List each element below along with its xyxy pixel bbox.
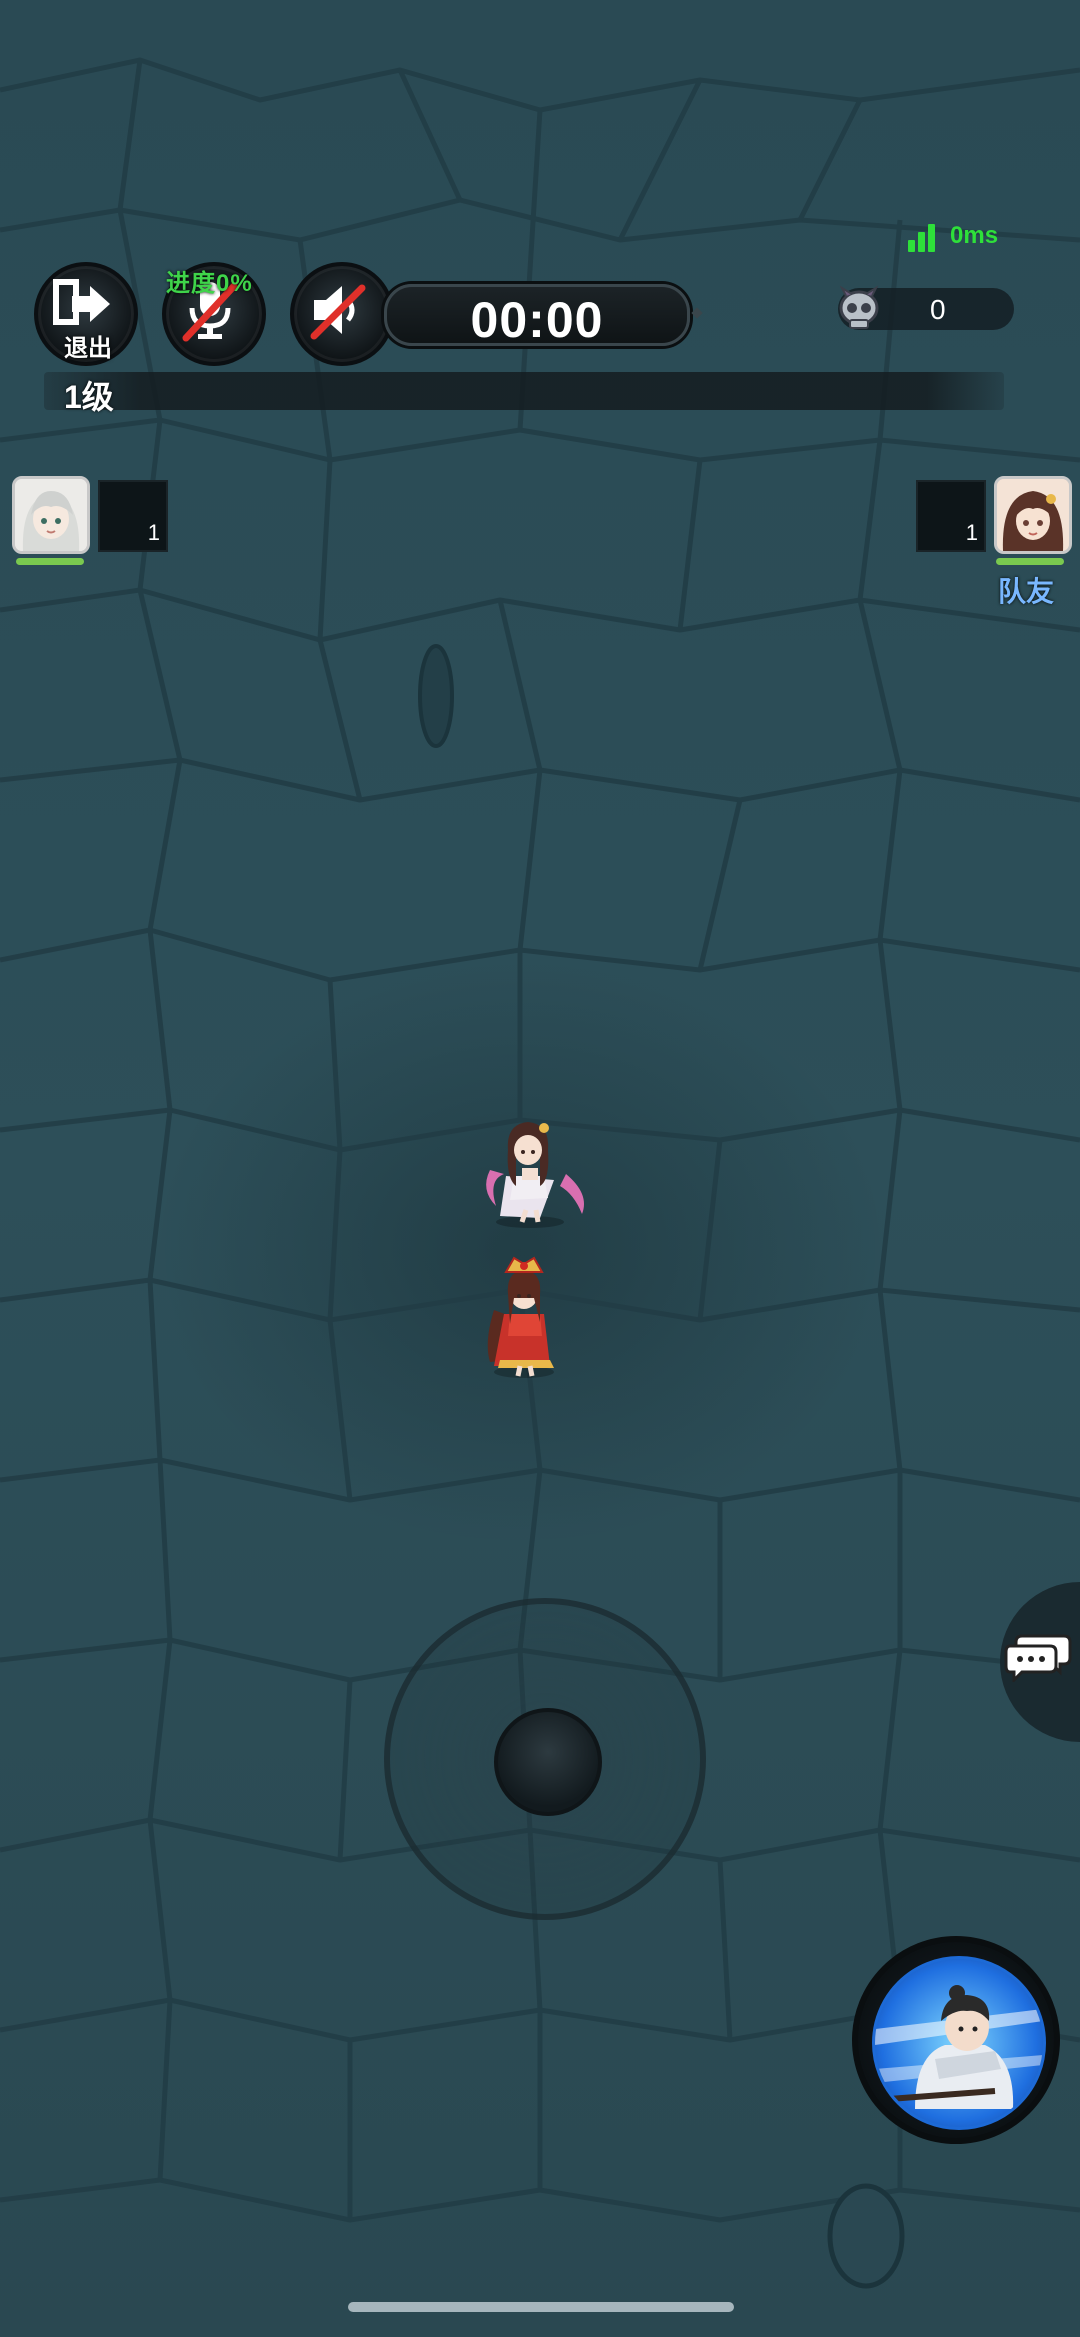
exit-button[interactable]: 退出 — [34, 262, 138, 366]
skill-icon — [872, 1956, 1046, 2130]
exit-label: 退出 — [64, 335, 112, 362]
speaker-muted-icon — [310, 284, 366, 340]
level-text: 1级 — [64, 379, 114, 415]
teammate-character[interactable] — [470, 1110, 600, 1230]
progress-label: 进度0% — [166, 270, 253, 297]
player-avatar-right[interactable] — [994, 476, 1072, 554]
level-bar — [44, 372, 1004, 410]
sound-toggle-button[interactable] — [290, 262, 394, 366]
player-character[interactable] — [470, 1250, 580, 1380]
joystick-knob[interactable] — [494, 1708, 602, 1816]
player-avatar-left[interactable] — [12, 476, 90, 554]
kill-count: 0 — [930, 294, 946, 325]
player-hp-bar-left — [16, 558, 84, 565]
player-slot-right: 1 — [916, 480, 986, 552]
kill-counter: 0 — [838, 285, 1014, 330]
timer-text: 00:00 — [470, 292, 604, 348]
player-hp-bar-right — [996, 558, 1064, 565]
ping-text: 0ms — [950, 222, 999, 249]
slot-value: 1 — [147, 520, 160, 545]
teammate-label: 队友 — [998, 576, 1055, 607]
match-timer: 00:00 — [384, 284, 703, 348]
movement-joystick[interactable] — [384, 1598, 706, 1920]
home-indicator[interactable] — [348, 2302, 734, 2312]
skill-button[interactable] — [852, 1936, 1060, 2144]
avatar-portrait — [15, 479, 87, 551]
signal-bars-icon — [908, 218, 946, 252]
skull-icon — [839, 285, 879, 329]
avatar-portrait — [997, 479, 1069, 551]
chat-bubbles-icon[interactable] — [1004, 1632, 1072, 1682]
slot-value: 1 — [965, 520, 978, 545]
player-slot-left: 1 — [98, 480, 168, 552]
